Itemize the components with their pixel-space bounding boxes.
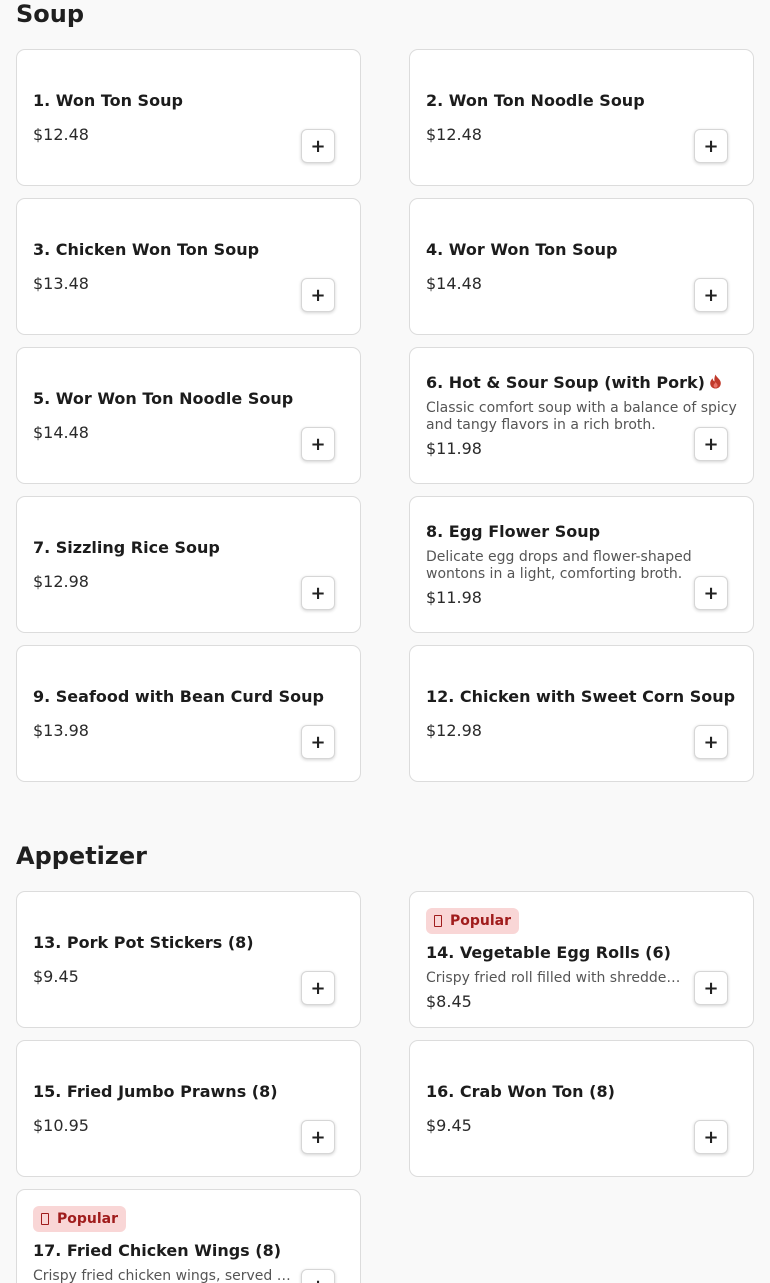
item-price: $13.98 xyxy=(33,720,89,740)
flame-icon xyxy=(710,374,721,388)
popular-badge: Popular xyxy=(426,907,520,934)
menu-item-card[interactable]: 12. Chicken with Sweet Corn Soup $12.98 … xyxy=(409,645,754,782)
item-name: 13. Pork Pot Stickers (8) xyxy=(33,932,254,952)
item-name: 16. Crab Won Ton (8) xyxy=(426,1081,615,1101)
menu-item-card[interactable]: 1. Won Ton Soup $12.48 + xyxy=(16,49,361,186)
item-price: $12.98 xyxy=(33,571,89,591)
add-to-cart-button[interactable]: + xyxy=(301,278,335,312)
item-price: $14.48 xyxy=(33,422,89,442)
add-to-cart-button[interactable]: + xyxy=(694,129,728,163)
menu-item-card[interactable]: 15. Fried Jumbo Prawns (8) $10.95 + xyxy=(16,1040,361,1177)
item-price: $8.45 xyxy=(426,991,472,1011)
popular-icon xyxy=(434,914,442,927)
item-name: 15. Fried Jumbo Prawns (8) xyxy=(33,1081,278,1101)
menu-item-card[interactable]: 6. Hot & Sour Soup (with Pork) Classic c… xyxy=(409,347,754,484)
menu-item-card[interactable]: Popular 14. Vegetable Egg Rolls (6) Cris… xyxy=(409,891,754,1028)
menu-item-card[interactable]: 3. Chicken Won Ton Soup $13.48 + xyxy=(16,198,361,335)
add-to-cart-button[interactable]: + xyxy=(694,576,728,610)
add-to-cart-button[interactable]: + xyxy=(301,725,335,759)
add-to-cart-button[interactable]: + xyxy=(694,278,728,312)
popular-badge: Popular xyxy=(33,1206,127,1232)
item-name: 4. Wor Won Ton Soup xyxy=(426,239,618,259)
item-price: $13.48 xyxy=(33,273,89,293)
menu-item-card[interactable]: 9. Seafood with Bean Curd Soup $13.98 + xyxy=(16,645,361,782)
item-name: 17. Fried Chicken Wings (8) xyxy=(33,1241,282,1260)
item-name: 3. Chicken Won Ton Soup xyxy=(33,239,260,259)
badge-label: Popular xyxy=(450,912,512,929)
add-to-cart-button[interactable]: + xyxy=(301,576,335,610)
item-price: $12.48 xyxy=(33,124,89,144)
add-to-cart-button[interactable]: + xyxy=(301,1269,335,1283)
item-description: Crispy fried roll filled with shredded… xyxy=(426,969,689,986)
item-description: Delicate egg drops and flower-shaped won… xyxy=(426,548,692,582)
menu-item-card[interactable]: 2. Won Ton Noodle Soup $12.48 + xyxy=(409,49,754,186)
menu-item-card[interactable]: 8. Egg Flower Soup Delicate egg drops an… xyxy=(409,496,754,633)
item-name: 14. Vegetable Egg Rolls (6) xyxy=(426,942,671,962)
popular-icon xyxy=(41,1213,49,1225)
item-price: $10.95 xyxy=(33,1115,89,1135)
add-to-cart-button[interactable]: + xyxy=(694,725,728,759)
item-description: Crispy fried chicken wings, served hot xyxy=(33,1268,296,1283)
item-price: $12.98 xyxy=(426,720,482,740)
item-name: 2. Won Ton Noodle Soup xyxy=(426,90,645,110)
add-to-cart-button[interactable]: + xyxy=(301,971,335,1005)
section-title-appetizer: Appetizer xyxy=(16,842,147,870)
menu-item-card[interactable]: 7. Sizzling Rice Soup $12.98 + xyxy=(16,496,361,633)
item-price: $9.45 xyxy=(426,1115,472,1135)
add-to-cart-button[interactable]: + xyxy=(301,129,335,163)
item-price: $9.45 xyxy=(33,966,79,986)
menu-item-card[interactable]: 13. Pork Pot Stickers (8) $9.45 + xyxy=(16,891,361,1028)
menu-item-card[interactable]: 4. Wor Won Ton Soup $14.48 + xyxy=(409,198,754,335)
menu-item-card[interactable]: 16. Crab Won Ton (8) $9.45 + xyxy=(409,1040,754,1177)
item-name-row: 6. Hot & Sour Soup (with Pork) xyxy=(426,373,737,393)
item-price: $11.98 xyxy=(426,438,482,458)
item-name: 8. Egg Flower Soup xyxy=(426,521,601,541)
item-name: 5. Wor Won Ton Noodle Soup xyxy=(33,388,294,408)
item-description: Classic comfort soup with a balance of s… xyxy=(426,399,737,433)
item-name: 12. Chicken with Sweet Corn Soup xyxy=(426,686,736,706)
add-to-cart-button[interactable]: + xyxy=(301,1120,335,1154)
add-to-cart-button[interactable]: + xyxy=(694,427,728,461)
item-name: 7. Sizzling Rice Soup xyxy=(33,537,220,557)
menu-item-card[interactable]: Popular 17. Fried Chicken Wings (8) Cris… xyxy=(16,1189,361,1283)
menu-item-card[interactable]: 5. Wor Won Ton Noodle Soup $14.48 + xyxy=(16,347,361,484)
section-title-soup: Soup xyxy=(16,0,85,28)
item-price: $11.98 xyxy=(426,587,482,607)
item-name: 6. Hot & Sour Soup (with Pork) xyxy=(426,372,705,392)
add-to-cart-button[interactable]: + xyxy=(694,1120,728,1154)
add-to-cart-button[interactable]: + xyxy=(301,427,335,461)
item-name: 9. Seafood with Bean Curd Soup xyxy=(33,686,325,706)
item-price: $12.48 xyxy=(426,124,482,144)
add-to-cart-button[interactable]: + xyxy=(694,971,728,1005)
item-name: 1. Won Ton Soup xyxy=(33,90,183,110)
badge-label: Popular xyxy=(57,1211,119,1227)
item-price: $14.48 xyxy=(426,273,482,293)
